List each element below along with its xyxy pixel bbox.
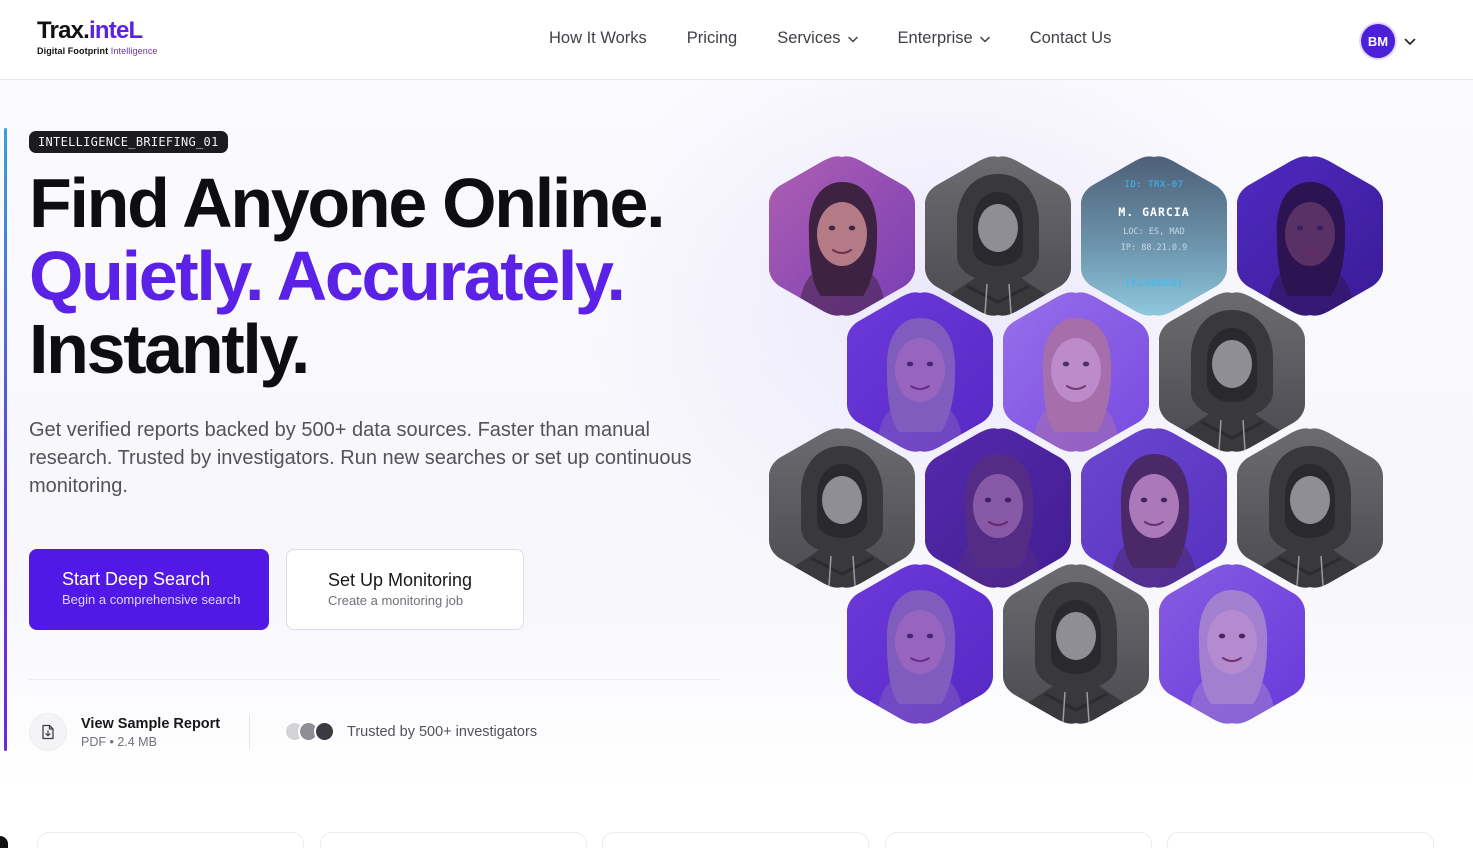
user-avatar[interactable]: BM <box>1361 24 1395 58</box>
person-portrait-icon <box>769 156 915 316</box>
profile-photo-tile[interactable] <box>1003 292 1149 452</box>
headline-line-3: Instantly. <box>29 310 310 388</box>
person-portrait-icon <box>847 292 993 452</box>
profile-photo-tile[interactable] <box>1159 564 1305 724</box>
document-download-icon[interactable] <box>29 713 67 751</box>
person-portrait-icon <box>847 564 993 724</box>
set-up-monitoring-subtitle: Create a monitoring job <box>328 593 464 608</box>
profile-id: ID: TRX-07 <box>1124 180 1184 190</box>
profile-name: M. GARCIA <box>1118 205 1190 219</box>
set-up-monitoring-button[interactable]: Set Up Monitoring Create a monitoring jo… <box>286 549 524 630</box>
chevron-down-icon <box>979 29 990 48</box>
hero-headline: Find Anyone Online. Quietly. Accurately.… <box>29 167 749 386</box>
profile-ip: IP: 88.21.0.9 <box>1120 243 1188 253</box>
feature-card <box>602 832 869 848</box>
account-menu-chevron-icon[interactable] <box>1404 33 1416 51</box>
start-deep-search-button[interactable]: Start Deep Search Begin a comprehensive … <box>29 549 269 630</box>
profile-photo-tile[interactable] <box>925 428 1071 588</box>
person-portrait-icon <box>1003 292 1149 452</box>
hero-description: Get verified reports backed by 500+ data… <box>29 419 692 497</box>
hooded-figure-icon <box>769 428 915 588</box>
vertical-separator <box>249 715 250 749</box>
investigator-avatar-stack <box>284 721 340 743</box>
start-deep-search-title: Start Deep Search <box>62 569 211 589</box>
main-nav: How It Works Pricing Services Enterprise… <box>549 29 1151 48</box>
person-portrait-icon <box>1237 156 1383 316</box>
person-portrait-icon <box>1159 564 1305 724</box>
chevron-down-icon <box>847 29 858 48</box>
hero-accent-bar <box>4 128 7 751</box>
hooded-figure-icon <box>1003 564 1149 724</box>
anonymous-profile-tile[interactable] <box>1003 564 1149 724</box>
avatar <box>314 721 335 742</box>
profile-data-card[interactable]: ID: TRX-07 M. GARCIA LOC: ES, MAD IP: 88.21… <box>1081 156 1227 316</box>
anonymous-profile-tile[interactable] <box>1237 428 1383 588</box>
profile-photo-tile[interactable] <box>1081 428 1227 588</box>
person-portrait-icon <box>925 428 1071 588</box>
brand-name: Trax.inteL <box>37 17 143 44</box>
nav-contact-us[interactable]: Contact Us <box>1030 29 1112 48</box>
hooded-figure-icon <box>925 156 1071 316</box>
profile-photo-tile[interactable] <box>1237 156 1383 316</box>
headline-line-1: Find Anyone Online. <box>29 164 666 242</box>
profile-photo-tile[interactable] <box>847 292 993 452</box>
briefing-tag: INTELLIGENCE_BRIEFING_01 <box>29 131 228 153</box>
nav-pricing[interactable]: Pricing <box>687 29 737 48</box>
feature-cards-row <box>0 788 1473 848</box>
feature-card <box>37 832 304 848</box>
feature-card <box>1167 832 1434 848</box>
trusted-by-text: Trusted by 500+ investigators <box>347 724 538 740</box>
anonymous-profile-tile[interactable] <box>769 428 915 588</box>
nav-enterprise-dropdown[interactable]: Enterprise <box>898 29 990 48</box>
feature-card <box>885 832 1152 848</box>
nav-how-it-works[interactable]: How It Works <box>549 29 647 48</box>
hero-divider <box>29 679 719 680</box>
hooded-figure-icon <box>1159 292 1305 452</box>
brand-logo[interactable]: Trax.inteL Digital Footprint Intelligenc… <box>37 17 158 56</box>
brand-tagline: Digital Footprint Intelligence <box>37 46 158 56</box>
person-portrait-icon <box>1081 428 1227 588</box>
anonymous-profile-tile[interactable] <box>925 156 1071 316</box>
headline-line-2: Quietly. Accurately. <box>29 237 626 315</box>
profile-status: [FLAGGED] <box>1124 278 1184 289</box>
profile-location: LOC: ES, MAD <box>1123 227 1185 237</box>
nav-services-dropdown[interactable]: Services <box>777 29 858 48</box>
profile-photo-tile[interactable] <box>847 564 993 724</box>
profile-photo-tile[interactable] <box>769 156 915 316</box>
view-sample-report-link[interactable]: View Sample Report <box>81 716 220 732</box>
top-navbar: Trax.inteL Digital Footprint Intelligenc… <box>0 0 1473 80</box>
hooded-figure-icon <box>1237 428 1383 588</box>
set-up-monitoring-title: Set Up Monitoring <box>328 570 473 590</box>
sample-report-meta: PDF • 2.4 MB <box>81 735 157 749</box>
anonymous-profile-tile[interactable] <box>1159 292 1305 452</box>
start-deep-search-subtitle: Begin a comprehensive search <box>62 592 241 607</box>
feature-card <box>320 832 587 848</box>
